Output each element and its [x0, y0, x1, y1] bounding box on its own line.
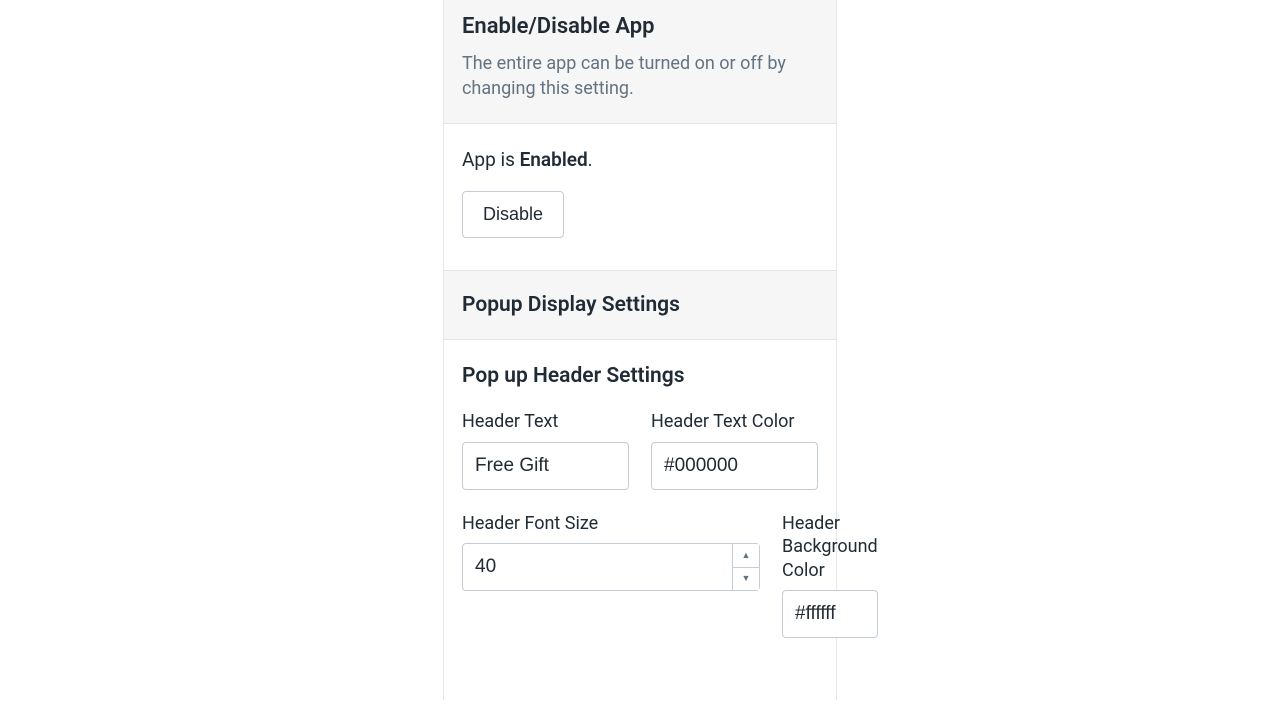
header-text-field: Header Text — [462, 410, 629, 489]
row-2: Header Font Size ▲ ▼ Header Background C… — [462, 512, 818, 638]
settings-panel: Enable/Disable App The entire app can be… — [443, 0, 837, 700]
header-bg-color-label: Header Background Color — [782, 512, 878, 582]
enable-section-title: Enable/Disable App — [462, 14, 818, 39]
app-status-suffix: . — [588, 148, 593, 171]
popup-header-settings: Pop up Header Settings Header Text Heade… — [444, 340, 836, 700]
app-status-line: App is Enabled. — [462, 148, 818, 171]
popup-section-header: Popup Display Settings — [444, 271, 836, 340]
header-font-size-input[interactable] — [462, 543, 732, 591]
header-bg-color-input[interactable] — [782, 590, 878, 638]
stepper-buttons: ▲ ▼ — [732, 543, 760, 591]
header-font-size-stepper: ▲ ▼ — [462, 543, 760, 591]
header-font-size-field: Header Font Size ▲ ▼ — [462, 512, 760, 638]
header-bg-color-field: Header Background Color — [782, 512, 878, 638]
step-up-button[interactable]: ▲ — [733, 544, 759, 568]
header-settings-title: Pop up Header Settings — [462, 364, 818, 388]
row-1: Header Text Header Text Color — [462, 410, 818, 489]
chevron-down-icon: ▼ — [742, 573, 751, 584]
step-down-button[interactable]: ▼ — [733, 568, 759, 591]
disable-button[interactable]: Disable — [462, 191, 564, 238]
header-text-color-label: Header Text Color — [651, 410, 818, 433]
popup-section-title: Popup Display Settings — [462, 293, 818, 317]
header-text-color-field: Header Text Color — [651, 410, 818, 489]
header-text-label: Header Text — [462, 410, 629, 433]
header-font-size-label: Header Font Size — [462, 512, 760, 535]
enable-section-header: Enable/Disable App The entire app can be… — [444, 0, 836, 124]
header-text-color-input[interactable] — [651, 442, 818, 490]
enable-section-body: App is Enabled. Disable — [444, 124, 836, 271]
app-status-value: Enabled — [520, 148, 588, 171]
enable-section-description: The entire app can be turned on or off b… — [462, 51, 818, 101]
header-text-input[interactable] — [462, 442, 629, 490]
chevron-up-icon: ▲ — [742, 550, 751, 561]
app-status-prefix: App is — [462, 148, 520, 171]
